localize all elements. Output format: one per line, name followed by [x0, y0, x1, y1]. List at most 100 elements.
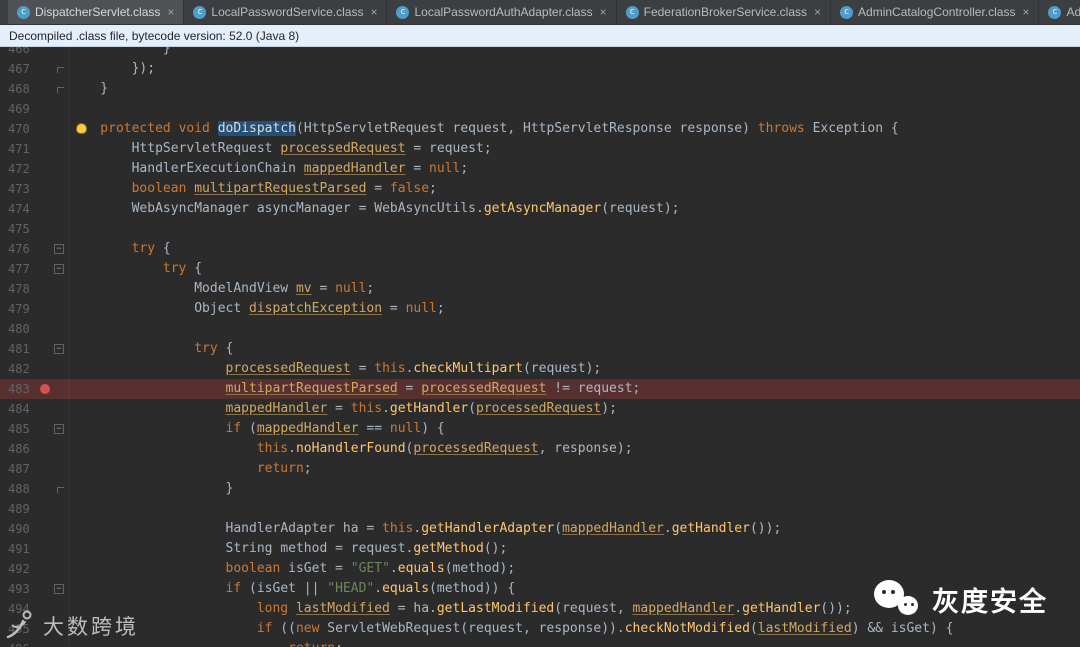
- code-text[interactable]: HandlerAdapter ha = this. getHandlerAdapt…: [69, 519, 782, 539]
- editor-tab-1[interactable]: c LocalPasswordService.class ×: [184, 0, 388, 24]
- gutter[interactable]: 473: [0, 179, 69, 199]
- intention-bulb-icon[interactable]: [76, 123, 87, 134]
- editor-line-485[interactable]: 485− if (mappedHandler == null) {: [0, 419, 1080, 439]
- fold-collapse-icon[interactable]: −: [54, 244, 64, 254]
- gutter[interactable]: 466: [0, 47, 69, 59]
- editor-line-474[interactable]: 474 WebAsyncManager asyncManager = WebAsy…: [0, 199, 1080, 219]
- editor-line-487[interactable]: 487 return;: [0, 459, 1080, 479]
- gutter[interactable]: 489: [0, 499, 69, 519]
- code-text[interactable]: mappedHandler = this.getHandler(processe…: [69, 399, 617, 419]
- editor-line-496[interactable]: 496return;: [0, 639, 1080, 647]
- code-text[interactable]: String method = request.getMethod();: [69, 539, 508, 559]
- gutter[interactable]: 484: [0, 399, 69, 419]
- editor-line-488[interactable]: 488}: [0, 479, 1080, 499]
- editor-line-466[interactable]: 466}: [0, 47, 1080, 59]
- breakpoint-icon[interactable]: [40, 384, 50, 394]
- code-text[interactable]: try {: [69, 259, 202, 279]
- gutter[interactable]: 491: [0, 539, 69, 559]
- fold-collapse-icon[interactable]: −: [54, 424, 64, 434]
- editor-line-491[interactable]: 491 String method = request.getMethod();: [0, 539, 1080, 559]
- gutter[interactable]: 493 −: [0, 579, 69, 599]
- editor-line-489[interactable]: 489: [0, 499, 1080, 519]
- editor-line-480[interactable]: 480: [0, 319, 1080, 339]
- editor-line-467[interactable]: 467});: [0, 59, 1080, 79]
- code-text[interactable]: });: [69, 59, 155, 79]
- gutter[interactable]: 480: [0, 319, 69, 339]
- gutter[interactable]: 485 −: [0, 419, 69, 439]
- editor-tab-2[interactable]: c LocalPasswordAuthAdapter.class ×: [387, 0, 617, 24]
- gutter[interactable]: 482: [0, 359, 69, 379]
- editor-line-484[interactable]: 484 mappedHandler = this.getHandler(proce…: [0, 399, 1080, 419]
- code-text[interactable]: long lastModified = ha.getLastModified(r…: [69, 599, 852, 619]
- editor-tab-3[interactable]: c FederationBrokerService.class ×: [617, 0, 832, 24]
- fold-collapse-icon[interactable]: −: [54, 344, 64, 354]
- gutter[interactable]: 469: [0, 99, 69, 119]
- editor-line-482[interactable]: 482 processedRequest = this.checkMultipar…: [0, 359, 1080, 379]
- editor-line-469[interactable]: 469: [0, 99, 1080, 119]
- fold-end-icon[interactable]: [57, 67, 64, 73]
- code-text[interactable]: HandlerExecutionChain mappedHandler = nu…: [69, 159, 469, 179]
- fold-collapse-icon[interactable]: −: [54, 584, 64, 594]
- gutter[interactable]: 474: [0, 199, 69, 219]
- code-text[interactable]: this.noHandlerFound(processedRequest, re…: [69, 439, 633, 459]
- code-text[interactable]: if (isGet || "HEAD".equals(method)) {: [69, 579, 516, 599]
- gutter[interactable]: 475: [0, 219, 69, 239]
- code-editor[interactable]: 466} 467}); 468} 469 470 protected void doDis…: [0, 47, 1080, 647]
- code-text[interactable]: HttpServletRequest processedRequest = re…: [69, 139, 492, 159]
- editor-tab-4[interactable]: c AdminCatalogController.class ×: [831, 0, 1040, 24]
- close-icon[interactable]: ×: [1022, 5, 1029, 19]
- editor-tab-5[interactable]: cAdmi×: [1039, 0, 1080, 24]
- gutter[interactable]: 476 −: [0, 239, 69, 259]
- editor-line-470[interactable]: 470 protected void doDispatch(HttpServlet…: [0, 119, 1080, 139]
- editor-line-477[interactable]: 477− try {: [0, 259, 1080, 279]
- code-text[interactable]: boolean isGet = "GET".equals(method);: [69, 559, 516, 579]
- code-text[interactable]: multipartRequestParsed = processedReques…: [69, 379, 641, 399]
- editor-line-492[interactable]: 492 boolean isGet = "GET".equals(method);: [0, 559, 1080, 579]
- editor-line-468[interactable]: 468}: [0, 79, 1080, 99]
- code-text[interactable]: }: [69, 479, 234, 499]
- editor-line-486[interactable]: 486 this.noHandlerFound(processedRequest,…: [0, 439, 1080, 459]
- editor-line-473[interactable]: 473 boolean multipartRequestParsed = fals…: [0, 179, 1080, 199]
- gutter[interactable]: 477 −: [0, 259, 69, 279]
- gutter[interactable]: 487: [0, 459, 69, 479]
- editor-line-495[interactable]: 495 if ((new ServletWebRequest(request, r…: [0, 619, 1080, 639]
- code-text[interactable]: try {: [69, 239, 171, 259]
- code-text[interactable]: if ((new ServletWebRequest(request, resp…: [69, 619, 954, 639]
- code-text[interactable]: try {: [69, 339, 233, 359]
- editor-line-479[interactable]: 479 Object dispatchException = null;: [0, 299, 1080, 319]
- fold-end-icon[interactable]: [57, 87, 64, 93]
- code-text[interactable]: return;: [69, 459, 312, 479]
- editor-line-483[interactable]: 483 multipartRequestParsed = processedReq…: [0, 379, 1080, 399]
- code-text[interactable]: ModelAndView mv = null;: [69, 279, 374, 299]
- code-text[interactable]: }: [69, 79, 108, 99]
- editor-line-490[interactable]: 490 HandlerAdapter ha = this. getHandlerAd…: [0, 519, 1080, 539]
- code-text[interactable]: if (mappedHandler == null) {: [69, 419, 445, 439]
- close-icon[interactable]: ×: [600, 5, 607, 19]
- editor-line-476[interactable]: 476− try {: [0, 239, 1080, 259]
- code-text[interactable]: WebAsyncManager asyncManager = WebAsyncU…: [69, 199, 680, 219]
- gutter[interactable]: 471: [0, 139, 69, 159]
- close-icon[interactable]: ×: [167, 5, 174, 19]
- gutter[interactable]: 467: [0, 59, 69, 79]
- code-text[interactable]: boolean multipartRequestParsed = false;: [69, 179, 437, 199]
- gutter[interactable]: 472: [0, 159, 69, 179]
- gutter[interactable]: 468: [0, 79, 69, 99]
- gutter[interactable]: 481 −: [0, 339, 69, 359]
- code-text[interactable]: processedRequest = this.checkMultipart(r…: [69, 359, 602, 379]
- code-text[interactable]: Object dispatchException = null;: [69, 299, 444, 319]
- gutter[interactable]: 486: [0, 439, 69, 459]
- gutter[interactable]: 470: [0, 119, 69, 139]
- editor-line-472[interactable]: 472 HandlerExecutionChain mappedHandler =…: [0, 159, 1080, 179]
- gutter[interactable]: 488: [0, 479, 69, 499]
- editor-line-478[interactable]: 478 ModelAndView mv = null;: [0, 279, 1080, 299]
- editor-line-481[interactable]: 481− try {: [0, 339, 1080, 359]
- close-icon[interactable]: ×: [370, 5, 377, 19]
- code-text[interactable]: }: [69, 47, 171, 59]
- gutter[interactable]: 490: [0, 519, 69, 539]
- close-icon[interactable]: ×: [814, 5, 821, 19]
- gutter[interactable]: 483: [0, 379, 69, 399]
- fold-end-icon[interactable]: [57, 487, 64, 493]
- gutter[interactable]: 492: [0, 559, 69, 579]
- gutter[interactable]: 478: [0, 279, 69, 299]
- editor-tab-0[interactable]: c DispatcherServlet.class ×: [8, 0, 185, 24]
